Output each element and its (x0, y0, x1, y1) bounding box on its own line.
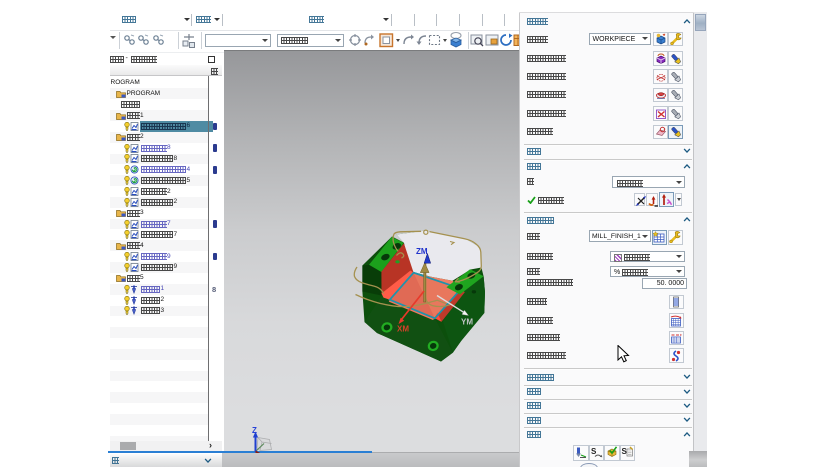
svg-text:S: S (622, 447, 628, 456)
svg-text:ZM: ZM (416, 247, 428, 256)
svg-text:YM: YM (461, 318, 473, 327)
svg-text:XM: XM (397, 325, 409, 334)
svg-text:S: S (591, 447, 597, 456)
svg-text:Z: Z (252, 426, 257, 435)
